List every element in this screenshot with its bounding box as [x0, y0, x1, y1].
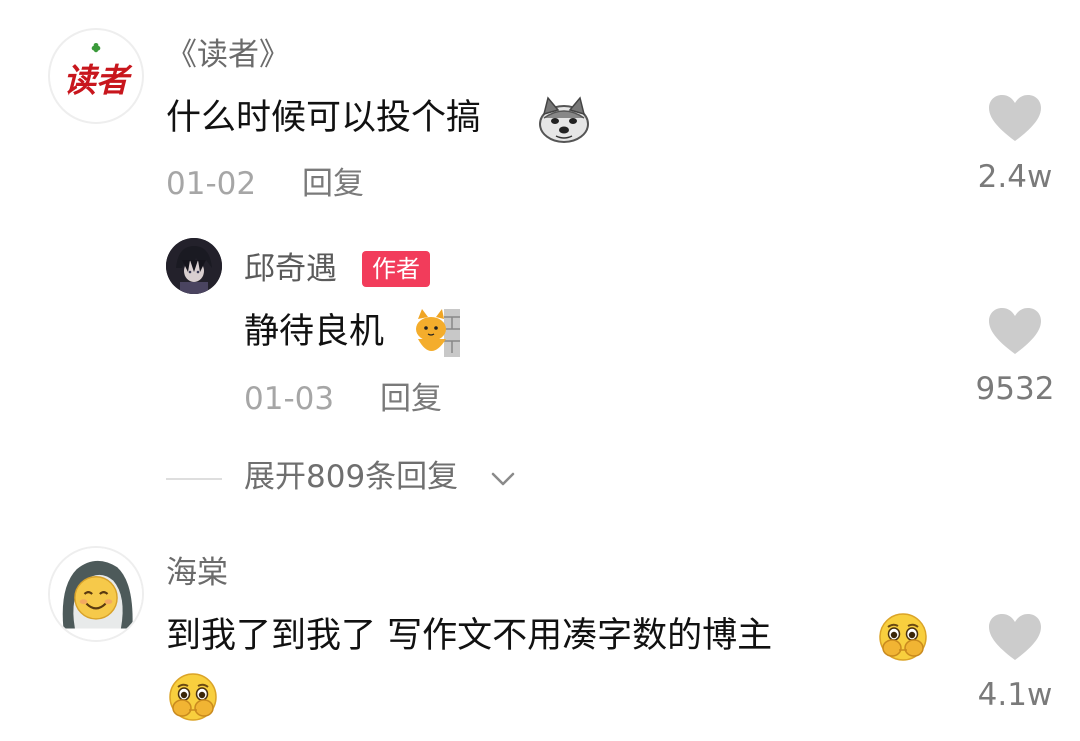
like-heart-icon[interactable] [988, 614, 1042, 662]
avatar-haitang[interactable] [48, 546, 144, 642]
comment-text: 到我了到我了 写作文不用凑字数的博主 [166, 616, 773, 656]
like-count: 4.1w [977, 677, 1053, 713]
peeking-cat-emoji [414, 309, 460, 357]
like-count: 2.4w [977, 159, 1053, 195]
smiley-blanket-avatar-icon [50, 548, 142, 640]
pleading-face-emoji [876, 612, 930, 662]
like-heart-icon[interactable] [988, 308, 1042, 356]
author-badge: 作者 [362, 251, 430, 287]
comment-date: 01-02 [166, 166, 257, 202]
reply-username[interactable]: 邱奇遇 [244, 254, 337, 285]
reply-button[interactable]: 回复 [380, 384, 442, 415]
duzhe-logo-icon: 读者 [51, 31, 141, 121]
comment-username[interactable]: 海棠 [166, 558, 228, 589]
expand-replies-button[interactable]: 展开809条回复 [244, 462, 458, 493]
comment-text: 什么时候可以投个搞 [166, 98, 482, 138]
expand-divider [166, 478, 222, 480]
doge-dog-emoji [538, 96, 590, 144]
like-count: 9532 [975, 371, 1055, 407]
reply-date: 01-03 [244, 381, 335, 417]
chevron-down-icon[interactable] [490, 470, 516, 488]
avatar-qiuqiyu[interactable] [166, 238, 222, 294]
reply-text: 静待良机 [244, 312, 385, 352]
avatar-duzhe[interactable]: 读者 [48, 28, 144, 124]
reply-button[interactable]: 回复 [302, 169, 364, 200]
pleading-face-emoji [166, 672, 220, 722]
anime-avatar-icon [166, 238, 222, 294]
svg-text:读者: 读者 [63, 60, 133, 99]
comment-username[interactable]: 《读者》 [166, 40, 290, 71]
like-heart-icon[interactable] [988, 95, 1042, 143]
